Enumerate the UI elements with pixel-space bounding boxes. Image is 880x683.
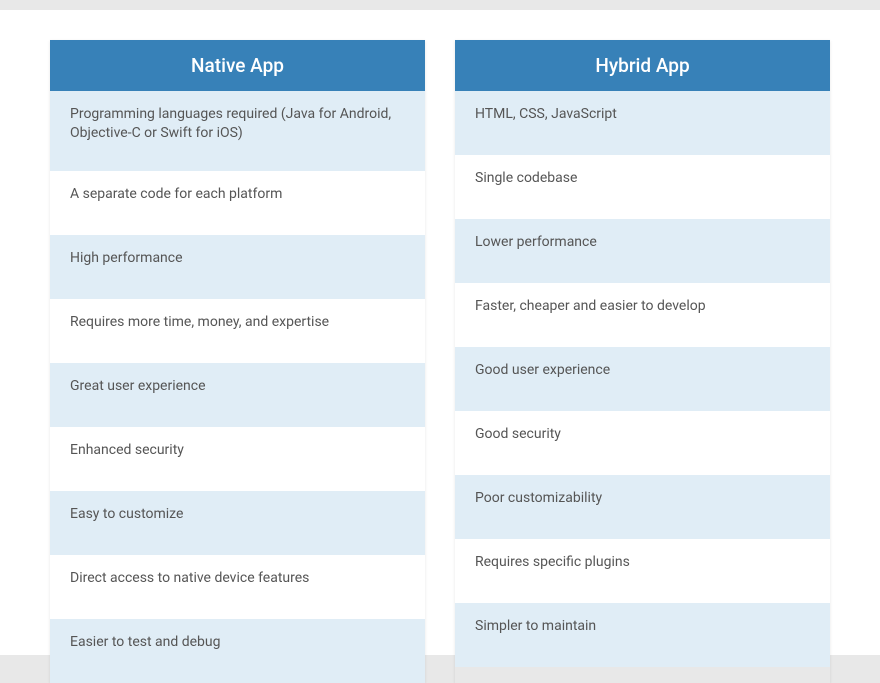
- comparison-container: Native App Programming languages require…: [0, 10, 880, 655]
- table-row: Poor customizability: [455, 475, 830, 539]
- table-row: A separate code for each platform: [50, 171, 425, 235]
- table-row: Requires more time, money, and expertise: [50, 299, 425, 363]
- column-header-hybrid: Hybrid App: [455, 40, 830, 91]
- table-row: Good security: [455, 411, 830, 475]
- table-row: Lower performance: [455, 219, 830, 283]
- table-row: Good user experience: [455, 347, 830, 411]
- table-row: Easy to customize: [50, 491, 425, 555]
- table-row: Requires specific plugins: [455, 539, 830, 603]
- table-row: Single codebase: [455, 155, 830, 219]
- table-row: Great user experience: [50, 363, 425, 427]
- column-native-app: Native App Programming languages require…: [50, 40, 425, 683]
- column-hybrid-app: Hybrid App HTML, CSS, JavaScript Single …: [455, 40, 830, 683]
- rows-hybrid: HTML, CSS, JavaScript Single codebase Lo…: [455, 91, 830, 667]
- column-header-native: Native App: [50, 40, 425, 91]
- table-row: Simpler to maintain: [455, 603, 830, 667]
- table-row: High performance: [50, 235, 425, 299]
- table-row: Easier to test and debug: [50, 619, 425, 683]
- table-row: Faster, cheaper and easier to develop: [455, 283, 830, 347]
- comparison-columns: Native App Programming languages require…: [50, 40, 830, 683]
- table-row: Enhanced security: [50, 427, 425, 491]
- table-row: HTML, CSS, JavaScript: [455, 91, 830, 155]
- table-row: Direct access to native device features: [50, 555, 425, 619]
- rows-native: Programming languages required (Java for…: [50, 91, 425, 683]
- table-row: Programming languages required (Java for…: [50, 91, 425, 171]
